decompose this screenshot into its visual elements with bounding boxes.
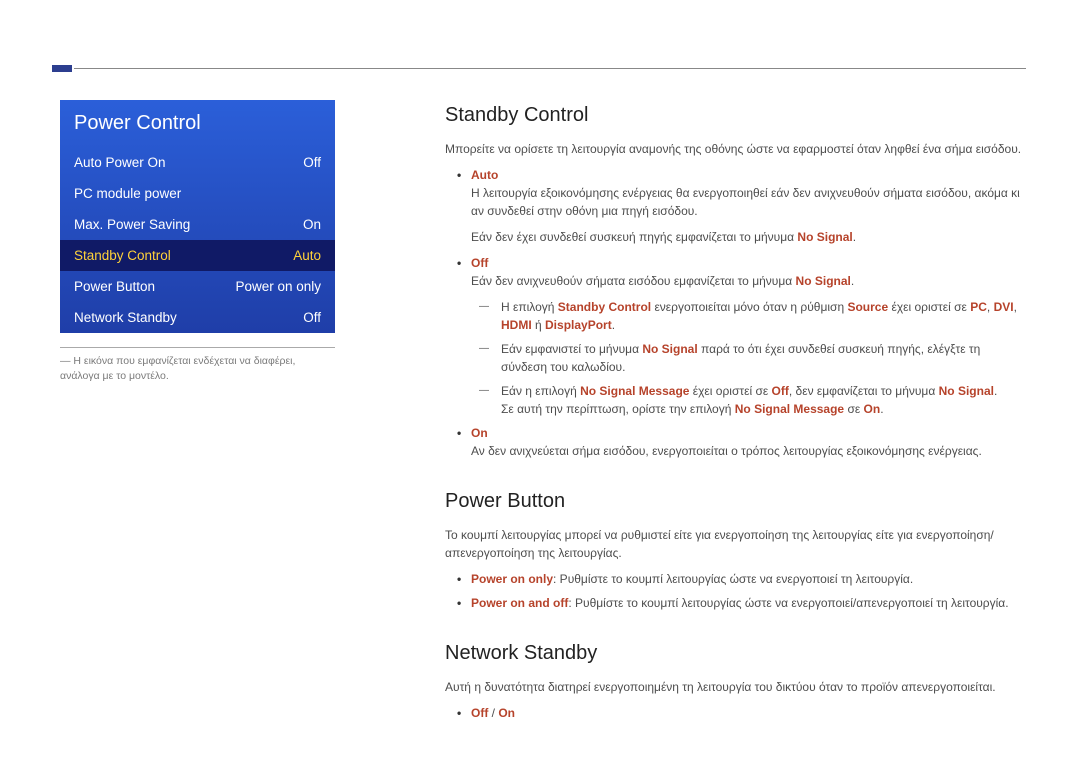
off-text-1: Εάν δεν ανιχνευθούν σήματα εισόδου εμφαν… (471, 272, 1026, 290)
osd-menu-title: Power Control (60, 100, 335, 147)
power-button-intro: Το κουμπί λειτουργίας μπορεί να ρυθμιστε… (445, 526, 1026, 562)
network-standby-options-list: Off / On (445, 704, 1026, 722)
page-top-rule (74, 68, 1026, 69)
menu-item-auto-power-on[interactable]: Auto Power On Off (60, 147, 335, 178)
page-content: Power Control Auto Power On Off PC modul… (60, 100, 1026, 728)
menu-item-label: Network Standby (74, 310, 177, 325)
on-text-1: Αν δεν ανιχνεύεται σήμα εισόδου, ενεργοπ… (471, 442, 1026, 460)
menu-item-value: On (303, 217, 321, 232)
network-standby-intro: Αυτή η δυνατότητα διατηρεί ενεργοποιημέν… (445, 678, 1026, 696)
right-column: Standby Control Μπορείτε να ορίσετε τη λ… (445, 100, 1026, 728)
menu-item-label: PC module power (74, 186, 181, 201)
network-standby-option: Off / On (471, 704, 1026, 722)
menu-item-power-button[interactable]: Power Button Power on only (60, 271, 335, 302)
menu-item-value: Power on only (235, 279, 321, 294)
standby-option-off: Off Εάν δεν ανιχνευθούν σήματα εισόδου ε… (471, 254, 1026, 418)
menu-item-value: Auto (293, 248, 321, 263)
auto-text-2: Εάν δεν έχει συνδεθεί συσκευή πηγής εμφα… (471, 228, 1026, 246)
menu-item-label: Max. Power Saving (74, 217, 190, 232)
menu-item-value: Off (303, 310, 321, 325)
caption-divider (60, 347, 335, 348)
menu-item-network-standby[interactable]: Network Standby Off (60, 302, 335, 333)
caption-text: Η εικόνα που εμφανίζεται ενδέχεται να δι… (60, 355, 295, 382)
left-column: Power Control Auto Power On Off PC modul… (60, 100, 335, 728)
off-note-3: Εάν η επιλογή No Signal Message έχει ορι… (501, 382, 1026, 418)
standby-option-auto: Auto Η λειτουργία εξοικονόμησης ενέργεια… (471, 166, 1026, 246)
heading-standby-control: Standby Control (445, 100, 1026, 130)
off-note-2: Εάν εμφανιστεί το μήνυμα No Signal παρά … (501, 340, 1026, 376)
menu-item-value: Off (303, 155, 321, 170)
off-notes-list: Η επιλογή Standby Control ενεργοποιείται… (471, 298, 1026, 418)
osd-menu-power-control: Power Control Auto Power On Off PC modul… (60, 100, 335, 333)
power-button-option-on-only: Power on only: Ρυθμίστε το κουμπί λειτου… (471, 570, 1026, 588)
power-button-option-on-and-off: Power on and off: Ρυθμίστε το κουμπί λει… (471, 594, 1026, 612)
menu-caption: ― Η εικόνα που εμφανίζεται ενδέχεται να … (60, 354, 335, 383)
menu-item-max-power-saving[interactable]: Max. Power Saving On (60, 209, 335, 240)
power-button-options-list: Power on only: Ρυθμίστε το κουμπί λειτου… (445, 570, 1026, 612)
standby-options-list: Auto Η λειτουργία εξοικονόμησης ενέργεια… (445, 166, 1026, 460)
caption-dash: ― (60, 355, 71, 367)
menu-item-label: Standby Control (74, 248, 171, 263)
standby-intro: Μπορείτε να ορίσετε τη λειτουργία αναμον… (445, 140, 1026, 158)
menu-item-pc-module-power[interactable]: PC module power (60, 178, 335, 209)
option-label-off: Off (471, 256, 488, 270)
page-accent-bar (52, 65, 72, 72)
option-label-auto: Auto (471, 168, 498, 182)
standby-option-on: On Αν δεν ανιχνεύεται σήμα εισόδου, ενερ… (471, 424, 1026, 460)
option-label-on: On (471, 426, 488, 440)
menu-item-label: Auto Power On (74, 155, 166, 170)
menu-item-standby-control[interactable]: Standby Control Auto (60, 240, 335, 271)
off-note-1: Η επιλογή Standby Control ενεργοποιείται… (501, 298, 1026, 334)
auto-text-1: Η λειτουργία εξοικονόμησης ενέργειας θα … (471, 184, 1026, 220)
heading-power-button: Power Button (445, 486, 1026, 516)
menu-item-label: Power Button (74, 279, 155, 294)
heading-network-standby: Network Standby (445, 638, 1026, 668)
